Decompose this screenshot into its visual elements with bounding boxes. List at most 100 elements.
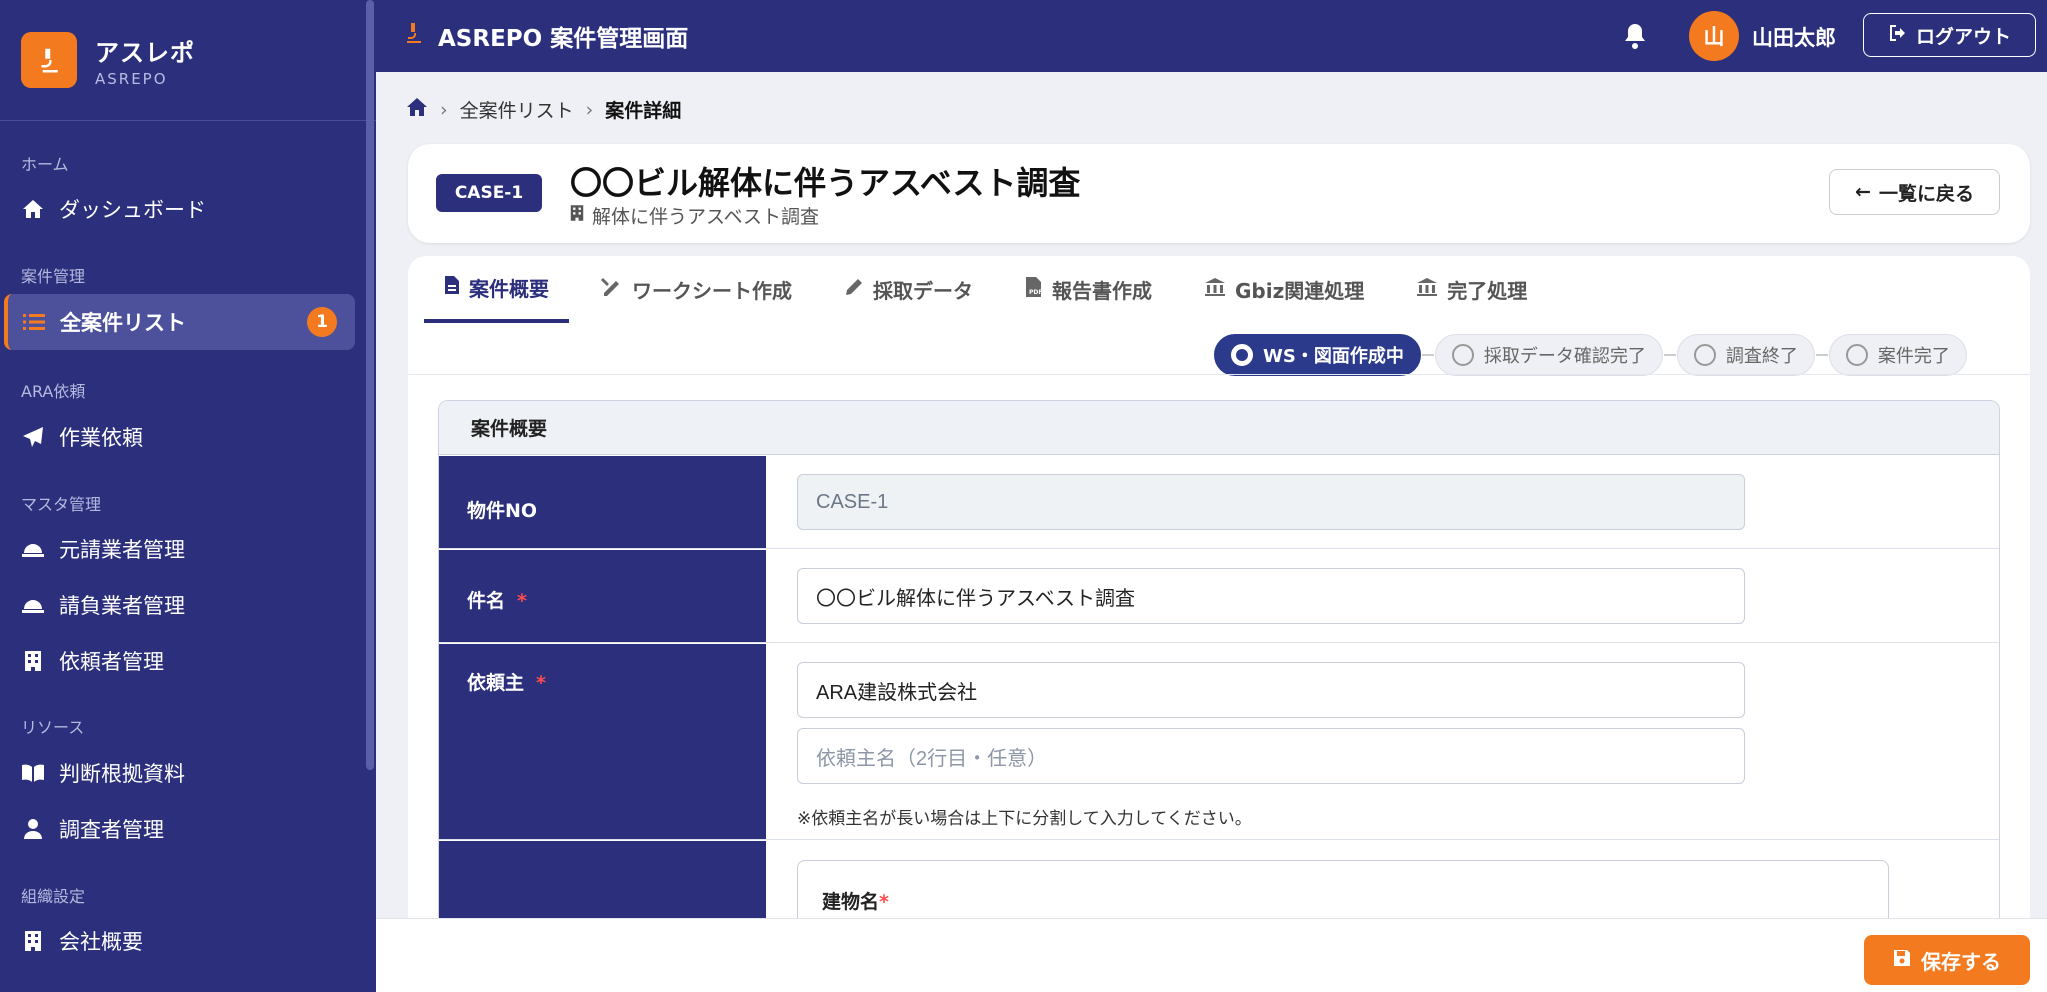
count-badge: 1 [307, 307, 337, 337]
logout-label: ログアウト [1915, 25, 2011, 48]
brand[interactable]: アスレポ ASREPO [0, 0, 376, 121]
section-title: 案件概要 [439, 401, 1999, 455]
microscope-icon [402, 21, 426, 51]
tab-worksheet[interactable]: ワークシート作成 [581, 256, 812, 323]
save-icon [1893, 948, 1911, 972]
building-icon [21, 929, 45, 953]
field-label: 件名 * [439, 550, 766, 642]
chevron-right-icon: › [585, 98, 594, 121]
bell-icon[interactable] [1622, 22, 1650, 50]
username[interactable]: 山田太郎 [1752, 22, 1836, 52]
radio-icon [1693, 344, 1716, 366]
building-icon [570, 204, 584, 227]
tab-label: 案件概要 [469, 277, 549, 301]
sidebar-scrollbar[interactable] [366, 0, 374, 770]
sidebar-item-dashboard[interactable]: ダッシュボード [0, 181, 355, 237]
tab-label: 報告書作成 [1052, 279, 1152, 303]
subject-input[interactable]: 〇〇ビル解体に伴うアスベスト調査 [797, 568, 1745, 624]
sidebar-item-subcontractors[interactable]: 請負業者管理 [0, 577, 355, 633]
arrow-left-icon: ← [1855, 181, 1871, 203]
home-icon[interactable] [406, 97, 428, 122]
tab-label: Gbiz関連処理 [1235, 279, 1365, 303]
sidebar-item-label: 会社概要 [59, 930, 143, 954]
status-step-ws[interactable]: WS・図面作成中 [1214, 334, 1421, 376]
sidebar-item-label: 判断根拠資料 [59, 762, 185, 786]
save-label: 保存する [1921, 949, 2001, 974]
sidebar-item-company[interactable]: 会社概要 [0, 913, 355, 969]
status-step-sampling-confirmed[interactable]: 採取データ確認完了 [1434, 334, 1663, 376]
pencil-ruler-icon [601, 276, 623, 303]
tab-sampling-data[interactable]: 採取データ [824, 256, 993, 323]
breadcrumb-list-link[interactable]: 全案件リスト [460, 96, 574, 123]
pdf-file-icon: PDF [1025, 276, 1043, 303]
logout-button[interactable]: ログアウト [1863, 13, 2036, 57]
paper-plane-icon [21, 425, 45, 449]
row-subject: 件名 * 〇〇ビル解体に伴うアスベスト調査 [439, 550, 1999, 643]
tab-overview[interactable]: 案件概要 [424, 256, 569, 323]
bank-icon [1416, 277, 1438, 302]
sidebar-item-label: ダッシュボード [59, 198, 206, 222]
radio-icon [1451, 344, 1474, 366]
pen-icon [844, 277, 864, 302]
tab-label: 完了処理 [1447, 279, 1528, 303]
status-step-case-complete[interactable]: 案件完了 [1828, 334, 1967, 376]
property-no-field: CASE-1 [797, 474, 1745, 530]
brand-sub: ASREPO [95, 69, 168, 88]
client-name-input[interactable]: ARA建設株式会社 [797, 662, 1745, 718]
file-icon [444, 275, 460, 300]
sidebar-item-work-request[interactable]: 作業依頼 [0, 409, 355, 465]
divider [408, 374, 2030, 375]
hard-hat-icon [21, 593, 45, 617]
tab-completion[interactable]: 完了処理 [1396, 256, 1547, 323]
bank-icon [1204, 277, 1226, 302]
back-label: 一覧に戻る [1878, 182, 1974, 205]
top-header: ASREPO 案件管理画面 山 山田太郎 ログアウト [376, 0, 2047, 72]
row-property-no: 物件NO CASE-1 [439, 456, 1999, 549]
status-step-survey-done[interactable]: 調査終了 [1676, 334, 1815, 376]
user-tie-icon [21, 817, 45, 841]
case-subtitle-text: 解体に伴うアスベスト調査 [592, 206, 820, 228]
save-button[interactable]: 保存する [1864, 935, 2030, 985]
client-name-hint: ※依頼主名が長い場合は上下に分割して入力してください。 [797, 809, 1252, 829]
back-to-list-button[interactable]: ← 一覧に戻る [1829, 169, 2000, 215]
sidebar-section-cases: 案件管理 [21, 267, 86, 286]
sign-out-icon [1888, 24, 1908, 47]
sidebar-section-home: ホーム [21, 155, 69, 174]
header-title: ASREPO 案件管理画面 [402, 19, 688, 53]
step-connector [1421, 354, 1434, 356]
microscope-icon [21, 32, 77, 88]
breadcrumb: › 全案件リスト › 案件詳細 [406, 96, 681, 123]
building-icon [21, 649, 45, 673]
sidebar-item-reference-docs[interactable]: 判断根拠資料 [0, 745, 355, 801]
sidebar-item-all-cases[interactable]: 全案件リスト 1 [4, 294, 355, 350]
home-icon [21, 197, 45, 221]
sidebar-item-label: 作業依頼 [59, 426, 143, 450]
page-title: 〇〇ビル解体に伴うアスベスト調査 [570, 164, 1081, 202]
svg-text:PDF: PDF [1029, 289, 1042, 296]
sidebar-section-org: 組織設定 [21, 887, 86, 906]
step-connector [1663, 354, 1676, 356]
sidebar-item-label: 依頼者管理 [59, 650, 164, 674]
sidebar-section-ara: ARA依頼 [21, 382, 86, 401]
case-title-card: CASE-1 〇〇ビル解体に伴うアスベスト調査 解体に伴うアスベスト調査 ← 一… [408, 144, 2030, 243]
header-title-text: ASREPO 案件管理画面 [438, 26, 689, 52]
sidebar-item-surveyors[interactable]: 調査者管理 [0, 801, 355, 857]
tab-report[interactable]: PDF 報告書作成 [1005, 256, 1172, 323]
tab-gbiz[interactable]: Gbiz関連処理 [1184, 256, 1384, 323]
overview-section: 案件概要 物件NO CASE-1 件名 * 〇〇ビル解体に伴うアスベスト調査 依頼… [438, 400, 2000, 992]
sidebar-item-label: 元請業者管理 [59, 538, 185, 562]
tab-label: 採取データ [873, 279, 973, 303]
building-name-label: 建物名* [822, 891, 889, 913]
status-step-label: WS・図面作成中 [1263, 346, 1404, 367]
breadcrumb-current: 案件詳細 [605, 100, 682, 122]
sidebar-item-clients[interactable]: 依頼者管理 [0, 633, 355, 689]
case-detail-card: 案件概要 ワークシート作成 採取データ PDF 報告書作成 Gbiz関連処理 完… [408, 256, 2030, 992]
client-name-line2-input[interactable]: 依頼主名（2行目・任意） [797, 728, 1745, 784]
field-label: 依頼主 * [439, 644, 766, 839]
hard-hat-icon [21, 537, 45, 561]
sidebar-item-prime-contractors[interactable]: 元請業者管理 [0, 521, 355, 577]
avatar[interactable]: 山 [1689, 11, 1739, 61]
list-icon [22, 310, 46, 334]
sidebar-section-resources: リソース [21, 718, 85, 737]
step-connector [1815, 354, 1828, 356]
